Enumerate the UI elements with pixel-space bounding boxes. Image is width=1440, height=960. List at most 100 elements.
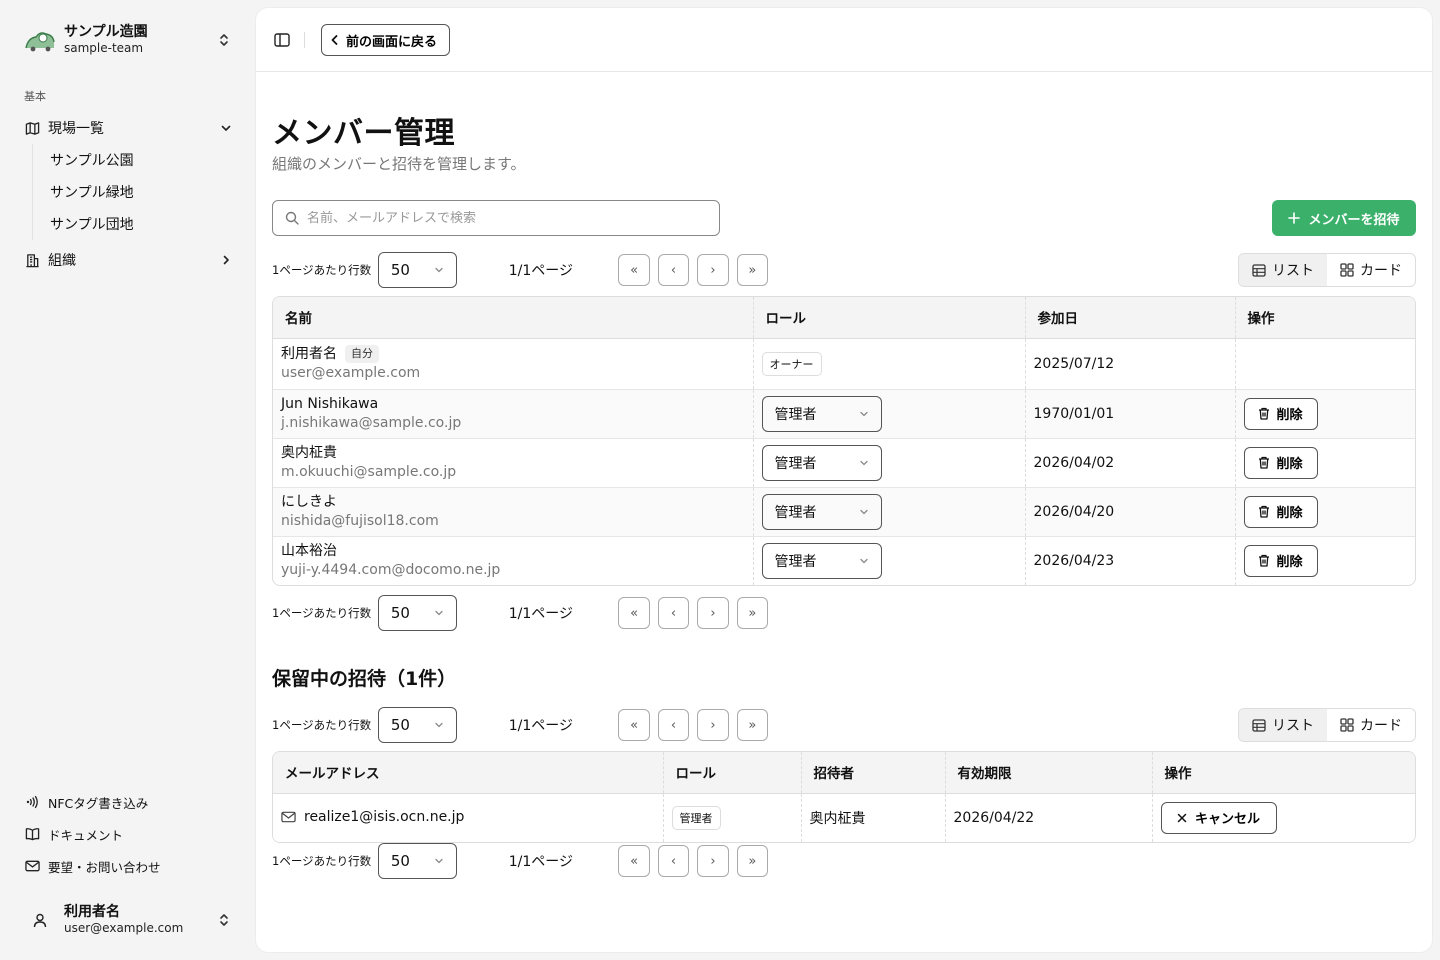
page-title: メンバー管理 <box>272 116 455 151</box>
list-view-button[interactable]: リスト <box>1239 254 1327 286</box>
prev-page-button[interactable]: ‹ <box>657 254 690 286</box>
last-page-button[interactable]: » <box>736 709 768 741</box>
chevron-right-icon: › <box>710 717 716 733</box>
sidebar-item-label: 現場一覧 <box>48 121 104 137</box>
actions-cell-empty <box>1234 338 1415 390</box>
user-name: 利用者名 <box>64 903 120 920</box>
list-view-button[interactable]: リスト <box>1239 709 1327 741</box>
role-select[interactable]: 管理者 <box>761 444 882 481</box>
rows-per-page-select[interactable]: 50 <box>377 843 457 879</box>
sidebar-item-org[interactable]: 組織 <box>16 244 240 276</box>
card-view-button[interactable]: カード <box>1327 254 1415 286</box>
rows-per-page-select[interactable]: 50 <box>377 595 457 631</box>
chevron-right-icon: › <box>710 853 716 869</box>
card-view-button[interactable]: カード <box>1327 709 1415 741</box>
first-page-button[interactable]: « <box>618 254 650 286</box>
team-switcher[interactable]: サンプル造園 sample-team <box>16 16 240 64</box>
book-icon <box>24 826 40 842</box>
user-menu[interactable]: 利用者名 user@example.com <box>16 896 240 944</box>
delete-member-button[interactable]: 削除 <box>1243 544 1318 577</box>
plus-icon <box>1288 212 1301 224</box>
nfc-icon <box>24 794 40 810</box>
pending-invites-title: 保留中の招待（1件） <box>272 668 457 690</box>
sidebar-item-docs[interactable]: ドキュメント <box>16 818 240 850</box>
mail-icon <box>281 811 296 823</box>
rows-per-page-select[interactable]: 50 <box>377 252 457 288</box>
members-pagination-top: 1ページあたり行数 50 1/1ページ « ‹ › » <box>272 252 776 288</box>
main-panel: 前の画面に戻る メンバー管理 組織のメンバーと招待を管理します。 メンバーを招待… <box>256 8 1432 952</box>
joined-date: 1970/01/01 <box>1024 389 1235 439</box>
mail-icon <box>24 858 40 874</box>
invite-member-button[interactable]: メンバーを招待 <box>1272 200 1416 236</box>
first-page-button[interactable]: « <box>618 845 650 877</box>
sidebar-subitem-site[interactable]: サンプル緑地 <box>43 176 240 208</box>
delete-member-button[interactable]: 削除 <box>1243 495 1318 528</box>
invite-member-label: メンバーを招待 <box>1308 211 1400 227</box>
role-select[interactable]: 管理者 <box>761 493 882 530</box>
role-select[interactable]: 管理者 <box>761 395 882 432</box>
joined-date: 2026/04/02 <box>1024 438 1235 488</box>
prev-page-button[interactable]: ‹ <box>657 597 690 629</box>
back-button-label: 前の画面に戻る <box>346 34 438 50</box>
sidebar-item-nfc[interactable]: NFCタグ書き込み <box>16 786 240 818</box>
table-icon <box>1252 718 1266 732</box>
member-email: m.okuuchi@sample.co.jp <box>281 463 457 480</box>
column-header: 招待者 <box>800 752 945 794</box>
page-info: 1/1ページ <box>508 718 573 734</box>
first-page-button[interactable]: « <box>618 709 650 741</box>
rows-per-page-label: 1ページあたり行数 <box>272 854 372 868</box>
chevron-left-icon: ‹ <box>670 262 677 278</box>
sidebar-item-sites[interactable]: 現場一覧 <box>16 112 240 144</box>
sidebar-section-label: 基本 <box>24 90 46 103</box>
column-header: 操作 <box>1234 297 1415 339</box>
member-name: 利用者名 <box>281 345 337 362</box>
next-page-button[interactable]: › <box>697 254 729 286</box>
chevrons-right-icon: » <box>748 853 757 869</box>
sidebar-item-contact[interactable]: 要望・お問い合わせ <box>16 850 240 882</box>
prev-page-button[interactable]: ‹ <box>657 709 690 741</box>
next-page-button[interactable]: › <box>697 845 729 877</box>
last-page-button[interactable]: » <box>736 597 768 629</box>
chevron-down-icon <box>859 458 869 468</box>
chevrons-left-icon: « <box>630 262 639 278</box>
chevron-down-icon <box>434 720 444 730</box>
last-page-button[interactable]: » <box>736 845 768 877</box>
chevrons-right-icon: » <box>748 717 757 733</box>
joined-date: 2026/04/23 <box>1024 536 1235 585</box>
cancel-invite-button[interactable]: キャンセル <box>1160 801 1277 834</box>
chevrons-up-down-icon <box>216 32 232 48</box>
sidebar-toggle-icon[interactable] <box>272 28 292 52</box>
column-header: ロール <box>662 752 801 794</box>
delete-member-button[interactable]: 削除 <box>1243 446 1318 479</box>
back-button[interactable]: 前の画面に戻る <box>321 24 451 56</box>
chevron-right-icon: › <box>710 262 716 278</box>
delete-member-button[interactable]: 削除 <box>1243 397 1318 430</box>
last-page-button[interactable]: » <box>736 254 768 286</box>
table-icon <box>1252 263 1266 277</box>
rows-per-page-select[interactable]: 50 <box>377 707 457 743</box>
chevron-down-icon <box>859 409 869 419</box>
prev-page-button[interactable]: ‹ <box>657 845 690 877</box>
chevron-right-icon <box>220 254 232 266</box>
page-info: 1/1ページ <box>508 263 573 279</box>
sidebar-subitem-site[interactable]: サンプル公園 <box>43 144 240 176</box>
topbar: 前の画面に戻る <box>256 8 1432 72</box>
column-header: 操作 <box>1151 752 1415 794</box>
chevron-left-icon <box>330 34 340 46</box>
inviter-name: 奥内柾貴 <box>800 793 945 842</box>
member-name: Jun Nishikawa <box>281 395 379 412</box>
invite-email: realize1@isis.ocn.ne.jp <box>304 808 465 825</box>
next-page-button[interactable]: › <box>697 709 729 741</box>
table-row: 奥内柾貴 m.okuuchi@sample.co.jp 管理者 2026/04/0… <box>273 438 1415 488</box>
sidebar-subitem-site[interactable]: サンプル団地 <box>43 208 240 240</box>
chevron-down-icon <box>434 608 444 618</box>
column-header: 有効期限 <box>944 752 1152 794</box>
search-input[interactable] <box>307 210 687 226</box>
first-page-button[interactable]: « <box>618 597 650 629</box>
team-logo-icon <box>24 24 56 56</box>
invites-pagination-bottom: 1ページあたり行数 50 1/1ページ « ‹ › » <box>272 843 776 879</box>
sidebar-item-label: 組織 <box>48 253 76 269</box>
next-page-button[interactable]: › <box>697 597 729 629</box>
role-select[interactable]: 管理者 <box>761 542 882 579</box>
team-slug: sample-team <box>64 41 144 56</box>
